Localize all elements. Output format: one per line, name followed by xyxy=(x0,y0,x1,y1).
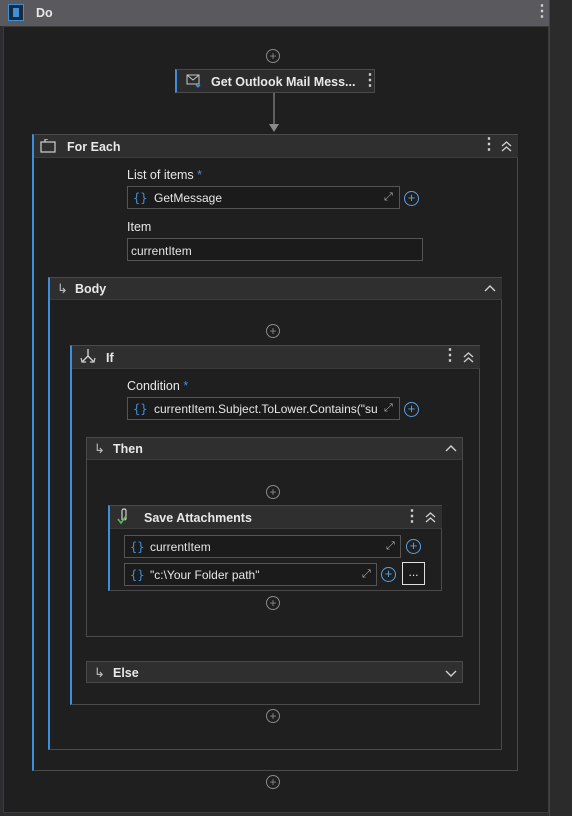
then-title: Then xyxy=(113,442,143,456)
add-activity-button[interactable]: + xyxy=(266,775,280,789)
add-activity-button[interactable]: + xyxy=(266,324,280,338)
body-header xyxy=(50,278,502,300)
collapse-body-icon[interactable] xyxy=(484,283,496,293)
expression-brace-icon: {} xyxy=(130,568,145,582)
item-value: currentItem xyxy=(131,244,192,258)
expression-brace-icon: {} xyxy=(133,402,148,416)
condition-field[interactable]: {} currentItem.Subject.ToLower.Contains(… xyxy=(127,397,400,420)
sequence-icon xyxy=(8,4,24,21)
folder-path-field[interactable]: {} "c:\Your Folder path" ⤢ xyxy=(124,563,377,586)
list-of-items-value: GetMessage xyxy=(154,191,223,205)
expand-else-icon[interactable] xyxy=(445,667,457,677)
expand-editor-icon[interactable]: ⤢ xyxy=(362,568,371,581)
get-mail-title: Get Outlook Mail Mess... xyxy=(211,75,356,89)
save-attachments-menu-button[interactable]: ⋮ xyxy=(404,509,420,525)
browse-folder-button[interactable]: ... xyxy=(402,562,425,585)
folder-path-value: "c:\Your Folder path" xyxy=(150,568,260,582)
collapse-then-icon[interactable] xyxy=(445,443,457,453)
condition-value: currentItem.Subject.ToLower.Contains("su… xyxy=(154,402,378,416)
title-bar: Do ⋮ xyxy=(0,0,550,26)
mail-message-field[interactable]: {} currentItem ⤢ xyxy=(124,535,401,558)
expression-brace-icon: {} xyxy=(133,191,148,205)
expand-editor-icon[interactable]: ⤢ xyxy=(384,191,393,204)
add-activity-button[interactable]: + xyxy=(266,596,280,610)
add-activity-button[interactable]: + xyxy=(266,49,280,63)
get-outlook-mail-activity[interactable]: Get Outlook Mail Mess... ⋮ xyxy=(175,69,378,93)
then-header xyxy=(87,438,462,460)
mail-icon xyxy=(186,74,202,88)
for-each-menu-button[interactable]: ⋮ xyxy=(481,137,497,153)
add-variable-button[interactable]: + xyxy=(404,402,419,417)
mail-message-value: currentItem xyxy=(150,540,211,554)
then-arrow-icon: ↳ xyxy=(94,441,105,456)
expand-editor-icon[interactable]: ⤢ xyxy=(384,402,393,415)
save-attachments-title: Save Attachments xyxy=(144,511,252,525)
expression-brace-icon: {} xyxy=(130,540,145,554)
collapse-if-icon[interactable] xyxy=(462,351,475,364)
if-title: If xyxy=(106,351,114,365)
collapse-save-attachments-icon[interactable] xyxy=(424,511,437,524)
side-panel-strip xyxy=(549,0,572,816)
body-title: Body xyxy=(75,282,107,296)
body-arrow-icon: ↳ xyxy=(57,281,68,296)
for-each-title: For Each xyxy=(67,140,121,154)
get-mail-menu-button[interactable]: ⋮ xyxy=(362,73,378,89)
paperclip-check-icon xyxy=(116,508,134,525)
else-arrow-icon: ↳ xyxy=(94,665,105,680)
item-field[interactable]: currentItem xyxy=(127,238,423,261)
add-activity-button[interactable]: + xyxy=(266,485,280,499)
if-menu-button[interactable]: ⋮ xyxy=(442,348,458,364)
add-variable-button[interactable]: + xyxy=(406,539,421,554)
if-branch-icon xyxy=(79,348,97,365)
list-of-items-label: List of items * xyxy=(127,168,203,182)
condition-label: Condition * xyxy=(127,379,189,393)
item-label: Item xyxy=(127,220,152,234)
sequence-title: Do xyxy=(36,6,53,20)
add-activity-button[interactable]: + xyxy=(266,709,280,723)
for-each-icon xyxy=(40,138,58,153)
if-header xyxy=(72,346,480,369)
collapse-for-each-icon[interactable] xyxy=(500,140,513,153)
title-menu-button[interactable]: ⋮ xyxy=(534,4,550,20)
connector-arrow xyxy=(267,93,281,133)
add-variable-button[interactable]: + xyxy=(404,191,419,206)
expand-editor-icon[interactable]: ⤢ xyxy=(386,540,395,553)
else-title: Else xyxy=(113,666,139,680)
list-of-items-field[interactable]: {} GetMessage ⤢ xyxy=(127,186,400,209)
add-variable-button[interactable]: + xyxy=(381,567,396,582)
else-container[interactable] xyxy=(86,661,463,683)
